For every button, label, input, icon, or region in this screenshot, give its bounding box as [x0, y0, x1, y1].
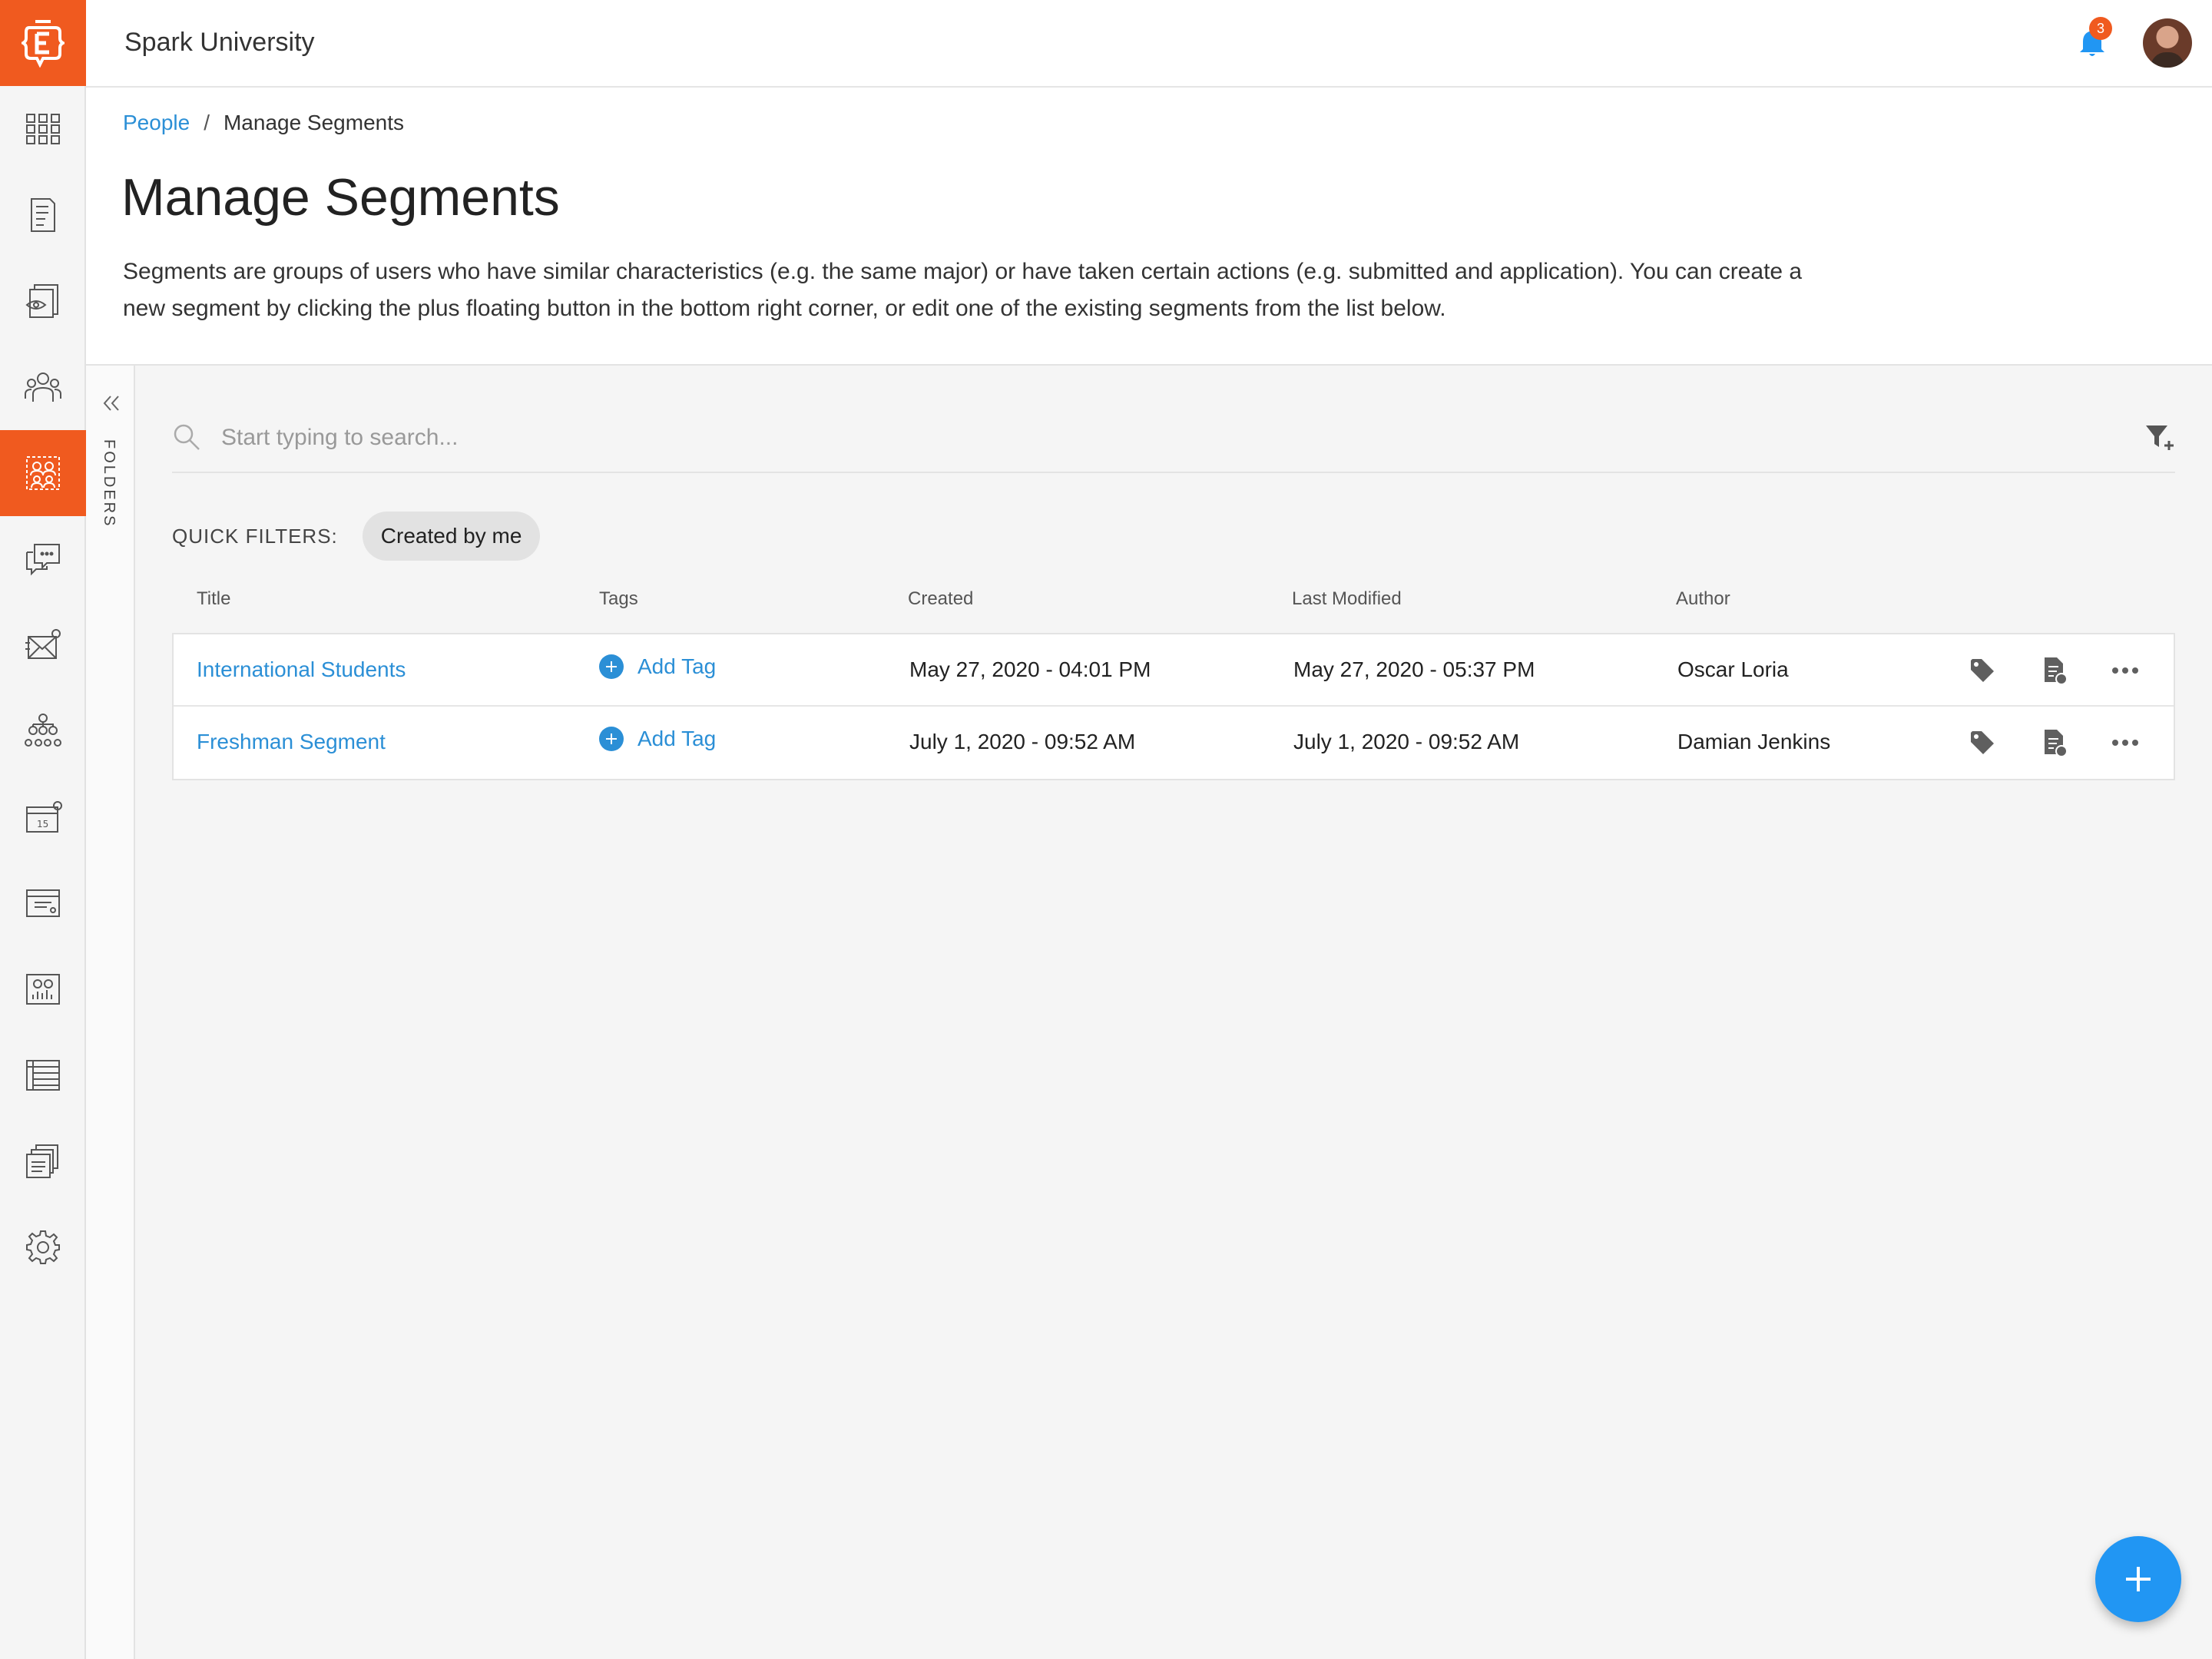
breadcrumb-people-link[interactable]: People — [123, 111, 190, 134]
column-created[interactable]: Created — [908, 588, 973, 610]
app-logo[interactable] — [0, 0, 86, 86]
plus-circle-icon — [599, 727, 624, 751]
segments-table: International Students Add Tag May 27, 2… — [172, 633, 2175, 780]
created-date: May 27, 2020 - 04:01 PM — [909, 657, 1151, 681]
add-tag-button[interactable]: Add Tag — [599, 654, 716, 679]
document-settings-icon[interactable] — [2040, 728, 2069, 757]
collapse-chevrons-icon[interactable] — [100, 392, 123, 415]
review-icon — [25, 284, 58, 318]
logo-icon — [22, 20, 65, 68]
nav-dashboard[interactable] — [0, 86, 86, 172]
tag-icon[interactable] — [1968, 656, 1997, 685]
dashboard-grid-icon — [26, 114, 60, 144]
notification-badge: 3 — [2089, 17, 2112, 40]
top-bar: Spark University 3 — [86, 0, 2212, 88]
org-chart-icon — [25, 714, 61, 747]
add-tag-label: Add Tag — [637, 654, 717, 678]
plus-circle-icon — [599, 654, 624, 679]
nav-review[interactable] — [0, 258, 86, 344]
nav-people[interactable] — [0, 344, 86, 430]
tag-icon[interactable] — [1968, 728, 1997, 757]
modified-date: July 1, 2020 - 09:52 AM — [1293, 730, 1520, 753]
quick-filters-label: QUICK FILTERS: — [172, 524, 338, 548]
column-title[interactable]: Title — [197, 588, 230, 610]
forms-icon — [31, 198, 55, 232]
nav-table[interactable] — [0, 1032, 86, 1118]
table-row[interactable]: Freshman Segment Add Tag July 1, 2020 - … — [174, 707, 2174, 779]
table-header: Title Tags Created Last Modified Author — [172, 584, 2175, 631]
page-description: Segments are groups of users who have si… — [123, 259, 1803, 321]
more-options-icon[interactable] — [2111, 656, 2140, 685]
nav-org-chart[interactable] — [0, 688, 86, 774]
calendar-icon: 15 — [26, 801, 62, 833]
folders-panel[interactable]: FOLDERS — [86, 366, 135, 1659]
modified-date: May 27, 2020 - 05:37 PM — [1293, 657, 1535, 681]
breadcrumb-current: Manage Segments — [223, 111, 405, 134]
create-segment-fab[interactable] — [2095, 1536, 2181, 1622]
user-avatar[interactable] — [2143, 18, 2192, 68]
search-icon — [174, 424, 200, 450]
svg-text:15: 15 — [37, 819, 48, 830]
segment-title-link[interactable]: Freshman Segment — [197, 730, 386, 754]
nav-segments[interactable] — [0, 430, 86, 516]
people-icon — [25, 373, 61, 402]
segment-title-link[interactable]: International Students — [197, 657, 406, 682]
plus-icon — [2126, 1567, 2151, 1591]
search-bar — [172, 406, 2175, 473]
table-icon — [26, 1060, 60, 1091]
add-tag-button[interactable]: Add Tag — [599, 727, 716, 751]
nav-documents[interactable] — [0, 1118, 86, 1204]
column-last-modified[interactable]: Last Modified — [1292, 588, 1402, 610]
page-header: People / Manage Segments Manage Segments S… — [86, 88, 2212, 366]
nav-messages[interactable] — [0, 516, 86, 602]
breadcrumb-separator: / — [204, 111, 210, 134]
nav-calendar[interactable]: 15 — [0, 774, 86, 860]
add-filter-icon[interactable] — [2143, 421, 2175, 453]
column-tags: Tags — [599, 588, 638, 609]
column-author[interactable]: Author — [1676, 588, 1730, 610]
author-name: Damian Jenkins — [1677, 730, 1831, 753]
settings-gear-icon — [26, 1230, 60, 1264]
documents-icon — [26, 1144, 58, 1178]
messages-icon — [26, 544, 60, 576]
document-settings-icon[interactable] — [2040, 656, 2069, 685]
nav-payments[interactable] — [0, 860, 86, 946]
payments-icon — [26, 889, 60, 917]
segments-icon — [26, 456, 60, 490]
more-options-icon[interactable] — [2111, 728, 2140, 757]
add-tag-label: Add Tag — [637, 727, 717, 750]
folders-label: FOLDERS — [101, 439, 118, 528]
search-input[interactable] — [221, 416, 2065, 459]
created-by-me-chip[interactable]: Created by me — [362, 512, 541, 561]
page-title: Manage Segments — [121, 168, 560, 227]
app-title: Spark University — [124, 28, 315, 57]
table-row[interactable]: International Students Add Tag May 27, 2… — [174, 634, 2174, 707]
created-date: July 1, 2020 - 09:52 AM — [909, 730, 1136, 753]
nav-email[interactable] — [0, 602, 86, 688]
reports-icon — [26, 974, 60, 1005]
email-icon — [25, 629, 61, 659]
nav-reports[interactable] — [0, 946, 86, 1032]
breadcrumb: People / Manage Segments — [123, 111, 404, 135]
quick-filters: QUICK FILTERS: Created by me — [172, 512, 541, 561]
nav-settings[interactable] — [0, 1204, 86, 1290]
author-name: Oscar Loria — [1677, 657, 1789, 681]
left-nav-rail: 15 — [0, 0, 86, 1659]
nav-forms[interactable] — [0, 172, 86, 258]
